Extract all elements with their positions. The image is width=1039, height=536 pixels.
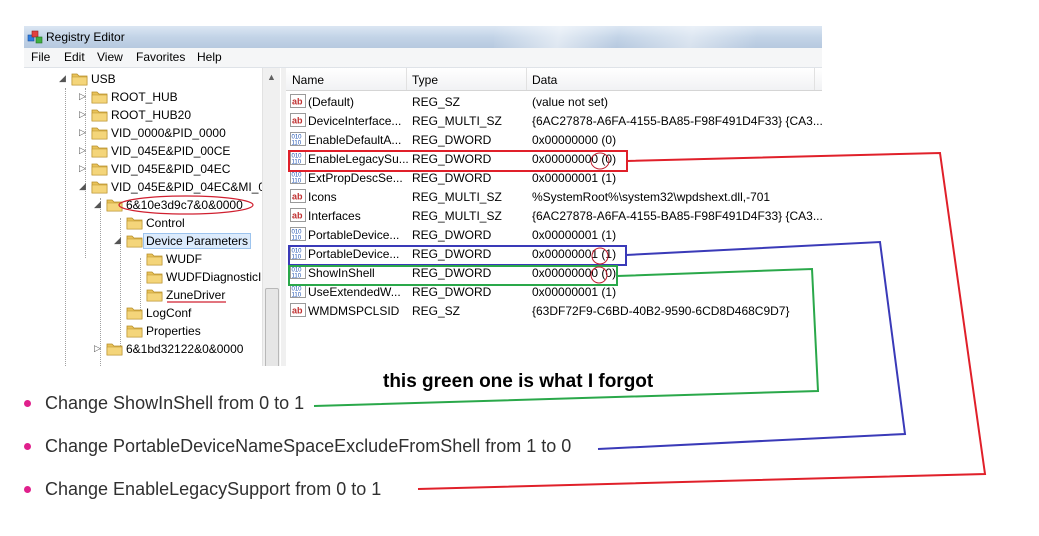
green-highlight-box <box>288 265 618 286</box>
blue-value-circle <box>591 247 609 265</box>
green-value-circle <box>590 266 608 284</box>
bullet-icon <box>24 443 31 450</box>
blue-connector-line <box>597 240 907 450</box>
bullet-icon <box>24 486 31 493</box>
bullet-icon <box>24 400 31 407</box>
annotation-note: this green one is what I forgot <box>383 371 654 392</box>
red-value-circle <box>590 152 610 170</box>
blue-highlight-box <box>288 245 627 266</box>
red-highlight-box <box>288 150 628 172</box>
tree-key-circle <box>118 195 254 215</box>
